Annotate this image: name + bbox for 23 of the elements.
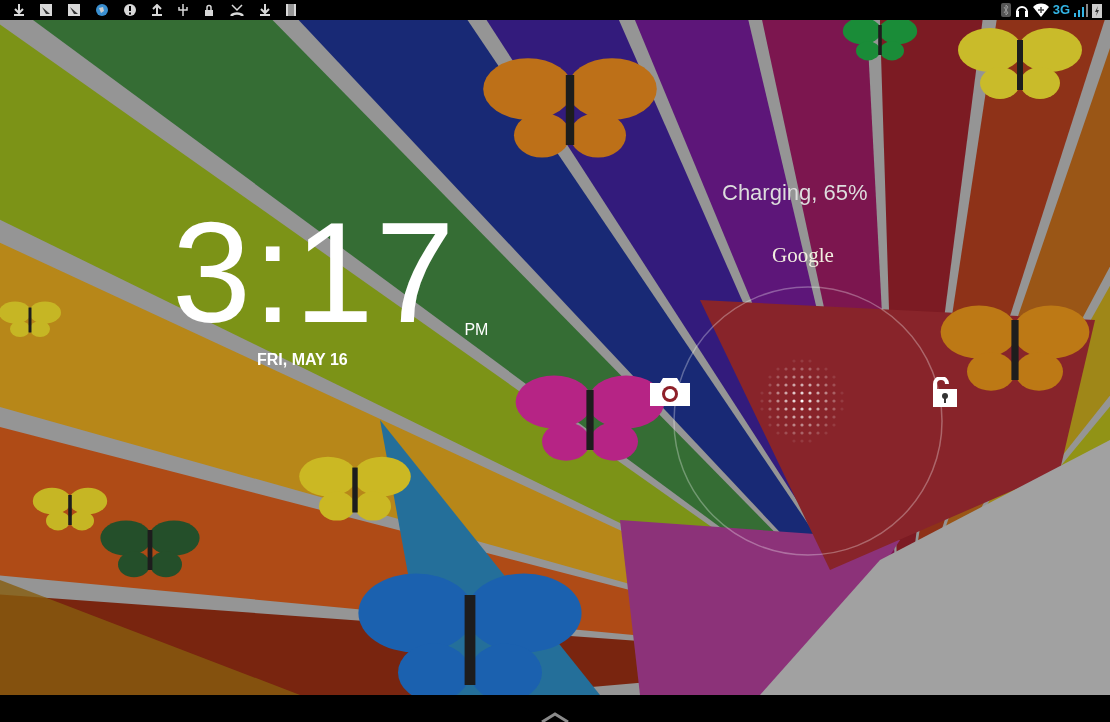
download-icon xyxy=(14,4,24,16)
missed-call-icon xyxy=(230,4,244,16)
clock-time: 3:17 xyxy=(172,202,457,344)
globe-icon xyxy=(96,4,108,16)
charging-battery-icon xyxy=(1092,2,1102,18)
bluetooth-icon xyxy=(1000,3,1011,17)
date-label: FRI, MAY 16 xyxy=(257,350,349,370)
signal-icon xyxy=(1074,3,1088,17)
download-icon xyxy=(260,4,270,16)
usb-icon xyxy=(178,4,188,16)
headset-icon xyxy=(1014,3,1029,17)
unlocked-padlock-icon[interactable] xyxy=(931,377,959,407)
lock-icon xyxy=(204,4,214,16)
upload-icon xyxy=(152,4,162,16)
picture-icon xyxy=(68,4,80,16)
wifi-icon xyxy=(1032,3,1049,17)
striped-block-icon xyxy=(286,4,296,16)
network-type-label: 3G xyxy=(1052,3,1070,17)
am-pm-label: PM xyxy=(464,320,489,340)
up-chevron-icon[interactable] xyxy=(540,712,570,722)
alert-icon xyxy=(124,4,136,16)
picture-icon xyxy=(40,4,52,16)
camera-icon[interactable] xyxy=(650,378,690,406)
